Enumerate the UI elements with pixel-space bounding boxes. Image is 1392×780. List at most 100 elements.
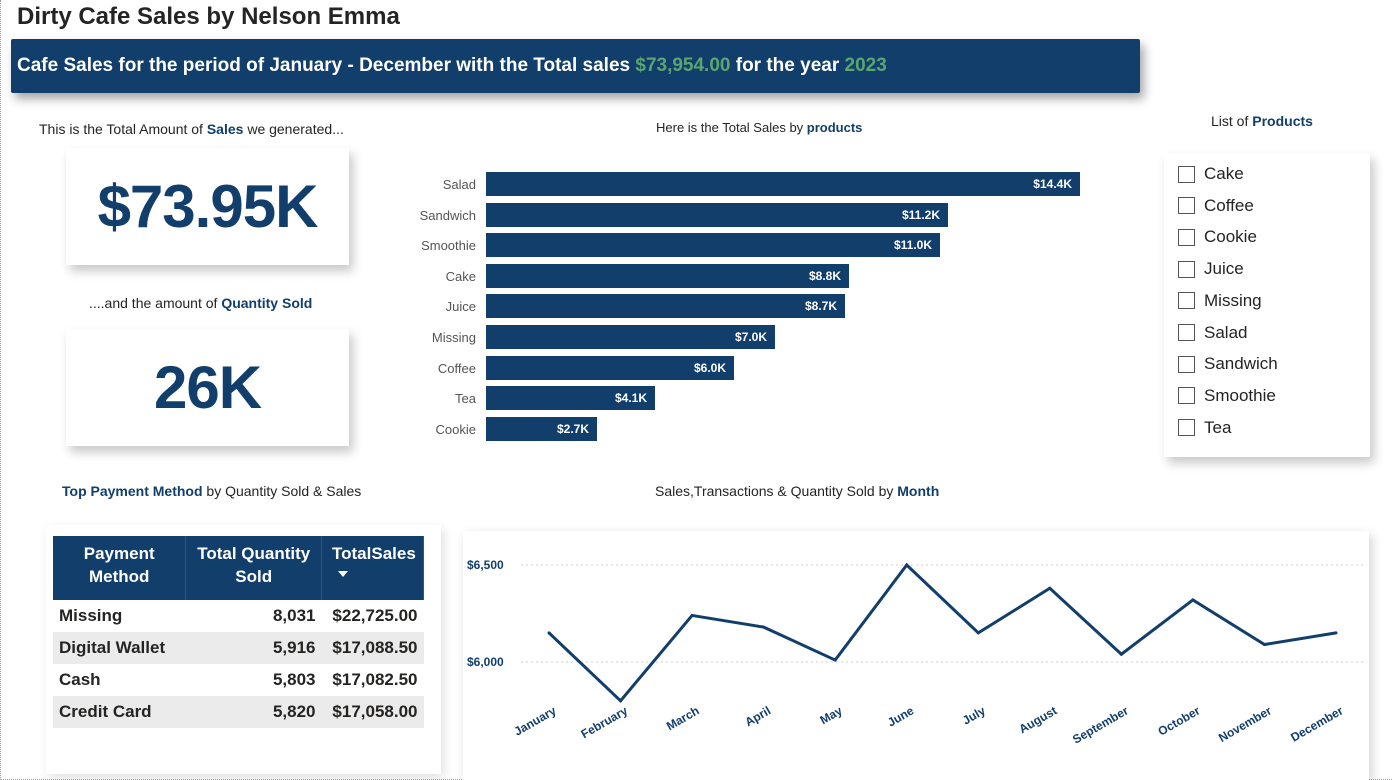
slicer-item-label: Cookie bbox=[1204, 227, 1257, 247]
cell-total-sales: $17,088.50 bbox=[321, 632, 424, 664]
bar-category-label: Sandwich bbox=[419, 207, 476, 223]
slicer-item-salad[interactable]: Salad bbox=[1178, 322, 1247, 344]
bar-data-label: $14.4K bbox=[1033, 177, 1072, 191]
data-point[interactable] bbox=[905, 563, 909, 567]
x-tick-label: September bbox=[1070, 703, 1131, 746]
slicer-item-cake[interactable]: Cake bbox=[1178, 163, 1244, 185]
product-slicer: Cake Coffee Cookie Juice Missing Salad Sandwic… bbox=[1164, 153, 1370, 457]
caption-highlight: Month bbox=[897, 483, 940, 499]
quantity-kpi-card[interactable]: 26K bbox=[66, 329, 349, 446]
data-point[interactable] bbox=[1119, 652, 1123, 656]
sales-series-line[interactable] bbox=[547, 562, 1337, 703]
column-header-payment-method[interactable]: Payment Method bbox=[53, 536, 187, 600]
caption-text: by Quantity Sold & Sales bbox=[202, 483, 362, 499]
x-tick-label: March bbox=[664, 703, 702, 733]
banner-total-sales: $73,954.00 bbox=[635, 55, 731, 76]
x-tick-label: August bbox=[1017, 703, 1060, 736]
slicer-item-cookie[interactable]: Cookie bbox=[1178, 226, 1257, 248]
table-row[interactable]: Cash 5,803 $17,082.50 bbox=[53, 664, 424, 696]
checkbox-icon[interactable] bbox=[1178, 165, 1195, 183]
cell-total-sales: $22,725.00 bbox=[332, 606, 418, 625]
data-point[interactable] bbox=[976, 631, 980, 635]
x-tick-label: November bbox=[1216, 703, 1274, 745]
caption-text: List of bbox=[1211, 113, 1253, 129]
slicer-item-tea[interactable]: Tea bbox=[1178, 417, 1231, 439]
table-row[interactable]: Credit Card 5,820 $17,058.00 bbox=[53, 696, 424, 728]
banner-middle: for the year bbox=[730, 55, 845, 76]
caption-highlight: products bbox=[806, 120, 863, 135]
slicer-item-missing[interactable]: Missing bbox=[1178, 290, 1262, 312]
data-point[interactable] bbox=[833, 658, 837, 662]
slicer-item-sandwich[interactable]: Sandwich bbox=[1178, 353, 1278, 375]
slicer-item-label: Tea bbox=[1204, 417, 1232, 437]
checkbox-icon[interactable] bbox=[1178, 419, 1195, 437]
table-row[interactable]: Missing 8,031 $22,725.00 bbox=[53, 600, 424, 632]
data-point[interactable] bbox=[1334, 631, 1338, 635]
slicer-item-label: Juice bbox=[1204, 259, 1244, 279]
checkbox-icon[interactable] bbox=[1178, 197, 1195, 215]
caption-text: Here is the Total Sales by bbox=[656, 120, 807, 135]
bar-data-label: $11.0K bbox=[893, 238, 932, 253]
column-header-total-sales[interactable]: TotalSales bbox=[321, 536, 424, 600]
slicer-item-label: Coffee bbox=[1204, 195, 1254, 215]
slicer-item-smoothie[interactable]: Smoothie bbox=[1178, 385, 1276, 407]
sales-kpi-card[interactable]: $73.95K bbox=[66, 148, 349, 265]
product-chart-caption: Here is the Total Sales by products bbox=[656, 120, 862, 135]
y-tick-label: $6,500 bbox=[467, 558, 504, 572]
checkbox-icon[interactable] bbox=[1178, 355, 1195, 373]
banner-prefix: Cafe Sales for the period of January - D… bbox=[17, 55, 636, 76]
bar-category-label: Missing bbox=[431, 330, 476, 345]
caption-highlight: Sales bbox=[206, 121, 244, 137]
payment-table-caption: Top Payment Method by Quantity Sold & Sa… bbox=[62, 483, 361, 499]
table-row[interactable]: Digital Wallet 5,916 $17,088.50 bbox=[53, 632, 424, 664]
product-sales-bar-chart[interactable]: Salad $14.4K Sandwich $11.2K Smoothie $11.0K C… bbox=[396, 172, 1096, 447]
data-point[interactable] bbox=[1191, 598, 1195, 602]
data-point[interactable] bbox=[547, 631, 551, 635]
caption-text: ....and the amount of bbox=[89, 295, 222, 311]
payment-table: Payment Method Total Quantity Sold Total… bbox=[53, 536, 424, 728]
cell-total-quantity: 5,916 bbox=[185, 632, 322, 664]
data-point[interactable] bbox=[1262, 643, 1266, 647]
data-point[interactable] bbox=[619, 699, 623, 703]
monthly-chart-caption: Sales,Transactions & Quantity Sold by Mo… bbox=[655, 483, 939, 499]
slicer-item-label: Smoothie bbox=[1204, 385, 1276, 405]
slicer-item-coffee[interactable]: Coffee bbox=[1178, 195, 1254, 217]
bar-category-label: Coffee bbox=[437, 360, 476, 376]
checkbox-icon[interactable] bbox=[1178, 387, 1195, 405]
bar-data-label: $4.1K bbox=[614, 391, 647, 406]
x-tick-label: October bbox=[1156, 703, 1203, 738]
monthly-line-chart-card[interactable]: $6,500 $6,000 January February March April May… bbox=[463, 531, 1369, 780]
bar-category-label: Juice bbox=[445, 299, 476, 315]
cell-payment-method: Digital Wallet bbox=[53, 632, 186, 664]
data-point[interactable] bbox=[762, 625, 766, 629]
checkbox-icon[interactable] bbox=[1178, 260, 1195, 278]
caption-text: Sales,Transactions & Quantity Sold by bbox=[655, 483, 898, 499]
checkbox-icon[interactable] bbox=[1178, 228, 1195, 246]
bar-data-label: $2.7K bbox=[556, 421, 589, 436]
page-title: Dirty Cafe Sales by Nelson Emma bbox=[17, 3, 400, 30]
data-point[interactable] bbox=[690, 613, 694, 617]
total-quantity-value: 26K bbox=[153, 354, 262, 421]
bar-data-label: $8.7K bbox=[804, 299, 837, 314]
checkbox-icon[interactable] bbox=[1178, 324, 1195, 341]
cell-payment-method: Credit Card bbox=[53, 696, 186, 728]
x-tick-label: June bbox=[885, 703, 917, 729]
bar-data-label: $11.2K bbox=[901, 207, 940, 222]
slicer-item-label: Sandwich bbox=[1204, 354, 1278, 374]
sales-kpi-caption: This is the Total Amount of Sales we gen… bbox=[39, 121, 344, 137]
column-header-total-quantity[interactable]: Total Quantity Sold bbox=[185, 536, 323, 600]
checkbox-icon[interactable] bbox=[1178, 292, 1195, 310]
slicer-item-juice[interactable]: Juice bbox=[1178, 258, 1244, 280]
cell-total-sales: $17,082.50 bbox=[332, 670, 418, 689]
slicer-caption: List of Products bbox=[1211, 113, 1313, 129]
slicer-item-label: Salad bbox=[1204, 322, 1248, 342]
y-tick-label: $6,000 bbox=[467, 655, 504, 669]
bar-category-label: Smoothie bbox=[421, 238, 476, 254]
monthly-line-chart[interactable]: $6,500 $6,000 January February March April May… bbox=[463, 531, 1369, 780]
caption-text: This is the Total Amount of bbox=[39, 121, 207, 137]
banner-year: 2023 bbox=[844, 55, 887, 76]
sort-descending-icon[interactable] bbox=[338, 571, 349, 577]
data-point[interactable] bbox=[1048, 586, 1052, 590]
bar-category-label: Tea bbox=[455, 391, 476, 407]
cell-total-quantity: 8,031 bbox=[272, 606, 316, 625]
